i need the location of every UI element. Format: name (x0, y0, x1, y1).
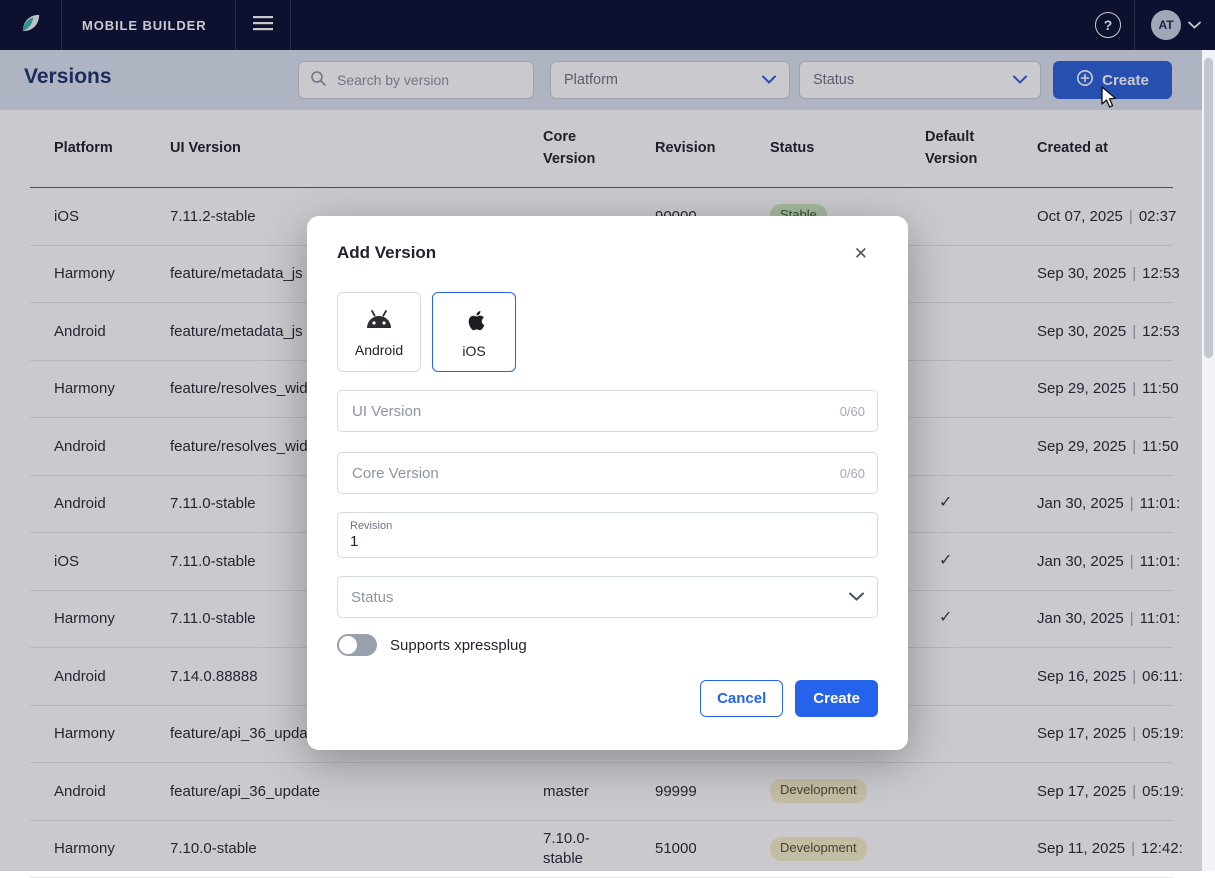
revision-field-value: 1 (350, 533, 865, 550)
revision-field[interactable]: Revision 1 (337, 512, 878, 558)
toggle-knob (339, 636, 357, 654)
close-icon[interactable]: ✕ (854, 245, 868, 262)
ui-version-input[interactable] (350, 402, 840, 421)
status-select[interactable]: Status (337, 576, 878, 618)
scrollbar-track[interactable] (1202, 50, 1215, 871)
ui-version-counter: 0/60 (840, 404, 865, 419)
modal-title: Add Version (337, 243, 436, 263)
core-version-input[interactable] (350, 464, 840, 483)
status-select-placeholder: Status (351, 589, 394, 606)
ui-version-field[interactable]: 0/60 (337, 390, 878, 432)
scrollbar-thumb[interactable] (1204, 58, 1213, 358)
platform-tile-label: Android (355, 342, 403, 358)
apple-icon (462, 305, 487, 338)
core-version-counter: 0/60 (840, 466, 865, 481)
platform-tile-android[interactable]: Android (337, 292, 421, 372)
modal-create-button[interactable]: Create (795, 680, 878, 717)
platform-tile-label: iOS (462, 343, 485, 359)
cancel-button[interactable]: Cancel (700, 680, 783, 717)
chevron-down-icon (849, 588, 864, 606)
platform-tile-group: Android iOS (337, 292, 878, 372)
platform-tile-ios[interactable]: iOS (432, 292, 516, 372)
xpressplug-toggle-label: Supports xpressplug (390, 637, 527, 654)
add-version-modal: Add Version ✕ Android iOS (307, 216, 908, 750)
revision-field-label: Revision (350, 520, 865, 532)
xpressplug-toggle[interactable] (337, 634, 377, 656)
core-version-field[interactable]: 0/60 (337, 452, 878, 494)
xpressplug-toggle-row: Supports xpressplug (337, 634, 878, 656)
android-icon (362, 306, 396, 337)
